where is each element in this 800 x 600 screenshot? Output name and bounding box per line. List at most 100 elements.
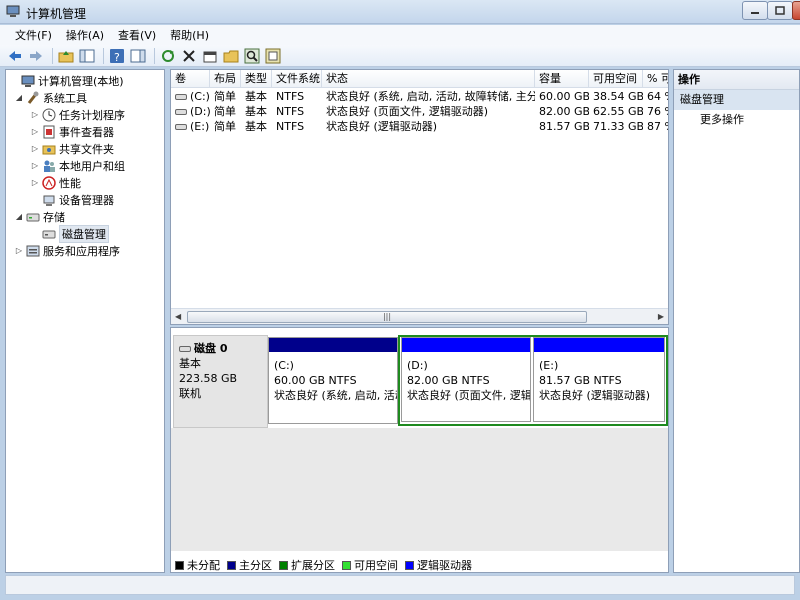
column-header-layout[interactable]: 布局 — [210, 70, 241, 88]
drive-icon — [175, 94, 187, 100]
partition-status: 状态良好 (系统, 启动, 活动 — [274, 389, 397, 402]
capacity-cell: 82.00 GB — [539, 105, 589, 118]
partition-status: 状态良好 (逻辑驱动器) — [539, 389, 651, 402]
tree-item-performance[interactable]: ▷ 性能 — [30, 174, 81, 191]
menu-action[interactable]: 操作(A) — [59, 25, 111, 45]
expanded-arrow-icon[interactable]: ◢ — [14, 212, 24, 221]
filesystem-cell: NTFS — [276, 120, 305, 133]
scroll-right-icon[interactable]: ▶ — [658, 312, 664, 321]
users-icon — [44, 160, 55, 172]
column-header-capacity[interactable]: 容量 — [535, 70, 589, 88]
title-bar: 计算机管理 — [0, 0, 800, 24]
collapsed-arrow-icon[interactable]: ▷ — [30, 127, 40, 136]
tree-item-task-scheduler[interactable]: ▷ 任务计划程序 — [30, 106, 125, 123]
show-hide-tree-button[interactable] — [78, 47, 96, 65]
back-button[interactable] — [6, 47, 24, 65]
console-tree-icon — [79, 49, 95, 62]
console-tree: 计算机管理(本地) ◢ 系统工具 ▷ 任务计划程序 ▷ 事件查看器 ▷ 共享文件… — [5, 69, 165, 573]
open-button[interactable] — [222, 47, 240, 65]
tree-item-system-tools[interactable]: ◢ 系统工具 — [14, 89, 87, 106]
maximize-button[interactable] — [767, 1, 793, 20]
device-manager-icon — [43, 195, 55, 206]
status-cell: 状态良好 (页面文件, 逻辑驱动器) — [326, 105, 489, 118]
column-header-status[interactable]: 状态 — [322, 70, 535, 88]
delete-x-icon — [183, 49, 195, 62]
menu-view[interactable]: 查看(V) — [111, 25, 163, 45]
tree-label: 共享文件夹 — [59, 142, 114, 156]
volume-cell: (D:) — [171, 104, 210, 119]
expanded-arrow-icon[interactable]: ◢ — [14, 93, 24, 102]
collapsed-arrow-icon[interactable]: ▷ — [30, 161, 40, 170]
extended-partition[interactable]: (D:) 82.00 GB NTFS 状态良好 (页面文件, 逻辑 (E:) 8… — [398, 335, 668, 426]
tree-item-shared-folders[interactable]: ▷ 共享文件夹 — [30, 140, 114, 157]
volume-name: (E:) — [190, 120, 210, 133]
back-arrow-icon — [9, 50, 21, 61]
drive-icon — [175, 109, 187, 115]
column-header-filesystem[interactable]: 文件系统 — [272, 70, 322, 88]
volume-list: 卷 布局 类型 文件系统 状态 容量 可用空间 % 可 (C:) 简单 基本 N… — [170, 69, 669, 325]
close-button[interactable] — [792, 1, 800, 20]
partition-c[interactable]: (C:) 60.00 GB NTFS 状态良好 (系统, 启动, 活动 — [268, 337, 398, 424]
percent-free-cell: 87 % — [647, 120, 668, 133]
legend-label: 扩展分区 — [291, 559, 335, 572]
delete-button[interactable] — [180, 47, 198, 65]
open-folder-icon — [223, 50, 239, 62]
tree-item-local-users[interactable]: ▷ 本地用户和组 — [30, 157, 125, 174]
up-folder-button[interactable] — [57, 47, 75, 65]
partition-e[interactable]: (E:) 81.57 GB NTFS 状态良好 (逻辑驱动器) — [533, 337, 665, 422]
column-header-volume[interactable]: 卷 — [171, 70, 210, 88]
search-button[interactable] — [243, 47, 261, 65]
help-button[interactable]: ? — [108, 47, 126, 65]
column-header-type[interactable]: 类型 — [241, 70, 272, 88]
clock-icon — [42, 108, 56, 121]
volume-row[interactable]: (C:) 简单 基本 NTFS 状态良好 (系统, 启动, 活动, 故障转储, … — [171, 89, 668, 104]
collapsed-arrow-icon[interactable]: ▷ — [30, 110, 40, 119]
status-bar — [5, 575, 795, 595]
horizontal-scrollbar[interactable]: ◀ ||| ▶ — [171, 308, 668, 324]
properties-button[interactable] — [201, 47, 219, 65]
menu-file[interactable]: 文件(F) — [8, 25, 59, 45]
actions-section-disk-management[interactable]: 磁盘管理 — [674, 90, 799, 110]
properties-icon — [203, 51, 217, 62]
layout-cell: 简单 — [214, 90, 236, 103]
refresh-button[interactable] — [159, 47, 177, 65]
more-actions-link[interactable]: 更多操作 — [674, 110, 799, 130]
column-header-percent-free[interactable]: % 可 — [643, 70, 668, 88]
logical-drive-bar — [534, 338, 664, 352]
forward-button[interactable] — [27, 47, 45, 65]
performance-icon — [42, 175, 56, 190]
collapsed-arrow-icon[interactable]: ▷ — [14, 246, 24, 255]
free-space-cell: 38.54 GB — [593, 90, 643, 103]
export-button[interactable] — [264, 47, 282, 65]
legend-label: 逻辑驱动器 — [417, 559, 472, 572]
tree-item-root[interactable]: 计算机管理(本地) — [9, 72, 124, 89]
legend-swatch-logical — [405, 560, 414, 570]
show-hide-action-pane-button[interactable] — [129, 47, 147, 65]
tree-item-storage[interactable]: ◢ 存储 — [14, 208, 65, 225]
capacity-cell: 60.00 GB — [539, 90, 589, 103]
tree-item-disk-management[interactable]: 磁盘管理 — [30, 224, 109, 243]
event-viewer-icon — [43, 125, 55, 138]
tree-item-event-viewer[interactable]: ▷ 事件查看器 — [30, 123, 114, 140]
collapsed-arrow-icon[interactable]: ▷ — [30, 178, 40, 187]
legend-item: 主分区 — [227, 557, 272, 573]
volume-row[interactable]: (E:) 简单 基本 NTFS 状态良好 (逻辑驱动器) 81.57 GB 71… — [171, 119, 668, 134]
free-space-cell: 71.33 GB — [593, 120, 643, 133]
scroll-left-icon[interactable]: ◀ — [175, 312, 181, 321]
menu-help[interactable]: 帮助(H) — [163, 25, 216, 45]
volume-row[interactable]: (D:) 简单 基本 NTFS 状态良好 (页面文件, 逻辑驱动器) 82.00… — [171, 104, 668, 119]
scrollbar-thumb[interactable]: ||| — [187, 311, 587, 323]
tree-item-services-apps[interactable]: ▷ 服务和应用程序 — [14, 242, 120, 259]
legend-swatch-extended — [279, 560, 288, 570]
status-cell: 状态良好 (逻辑驱动器) — [326, 120, 438, 133]
column-header-free-space[interactable]: 可用空间 — [589, 70, 643, 88]
disk-info-box[interactable]: 磁盘 0 基本 223.58 GB 联机 — [173, 335, 268, 428]
tree-label: 磁盘管理 — [59, 224, 109, 243]
tree-item-device-manager[interactable]: 设备管理器 — [30, 191, 114, 208]
tree-label: 设备管理器 — [59, 193, 114, 207]
actions-header: 操作 — [674, 70, 799, 90]
tree-label: 事件查看器 — [59, 125, 114, 139]
collapsed-arrow-icon[interactable]: ▷ — [30, 144, 40, 153]
minimize-button[interactable] — [742, 1, 768, 20]
partition-d[interactable]: (D:) 82.00 GB NTFS 状态良好 (页面文件, 逻辑 — [401, 337, 531, 422]
